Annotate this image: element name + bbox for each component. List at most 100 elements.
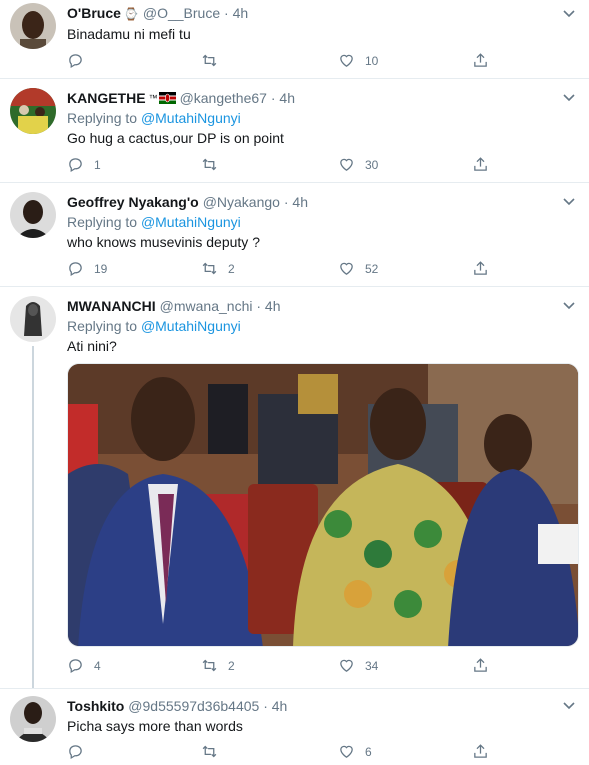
share-button[interactable] — [472, 743, 499, 760]
share-icon — [474, 658, 487, 672]
mention-link[interactable]: @MutahiNgunyi — [141, 318, 241, 334]
like-count: 52 — [365, 261, 379, 276]
chevron-down-icon[interactable] — [561, 193, 577, 209]
share-icon — [474, 53, 487, 67]
tweet-actions: 19 2 52 — [67, 260, 497, 278]
timestamp[interactable]: 4h — [233, 5, 249, 21]
tweet-actions: 10 — [67, 52, 497, 70]
retweet-button[interactable]: 2 — [201, 260, 235, 277]
tweet-text: Ati nini? — [67, 338, 117, 354]
mention-link[interactable]: @MutahiNgunyi — [141, 110, 241, 126]
trademark-badge: ™ — [148, 93, 158, 103]
like-count: 6 — [365, 744, 372, 759]
heart-icon — [340, 158, 353, 171]
retweet-count: 2 — [228, 658, 235, 673]
avatar[interactable] — [10, 192, 56, 238]
share-button[interactable] — [472, 52, 499, 69]
like-count: 10 — [365, 53, 379, 68]
kenya-flag-icon — [158, 92, 176, 104]
chevron-down-icon[interactable] — [561, 5, 577, 21]
separator-dot: · — [256, 298, 262, 314]
user-handle[interactable]: @kangethe67 — [180, 90, 267, 106]
reply-button[interactable]: 19 — [67, 260, 107, 277]
user-handle[interactable]: @9d55597d36b4405 — [128, 698, 259, 714]
retweet-icon — [202, 659, 217, 672]
retweet-button[interactable] — [201, 156, 228, 173]
display-name[interactable]: O'Bruce — [67, 5, 121, 21]
retweet-icon — [202, 158, 217, 171]
like-count: 30 — [365, 157, 379, 172]
avatar[interactable] — [10, 696, 56, 742]
display-name[interactable]: KANGETHE — [67, 90, 146, 106]
share-button[interactable] — [472, 260, 499, 277]
user-handle[interactable]: @mwana_nchi — [160, 298, 253, 314]
reply-count: 19 — [94, 261, 108, 276]
reply-icon — [69, 54, 82, 69]
replying-label: Replying to — [67, 110, 138, 126]
tweet[interactable]: Geoffrey Nyakang'o @Nyakango · 4h Replyin… — [0, 183, 589, 287]
avatar[interactable] — [10, 296, 56, 342]
reply-icon — [69, 158, 82, 173]
timestamp[interactable]: 4h — [292, 194, 308, 210]
retweet-icon — [202, 262, 217, 275]
heart-icon — [340, 659, 353, 672]
user-handle[interactable]: @Nyakango — [203, 194, 280, 210]
separator-dot: · — [224, 5, 229, 21]
heart-icon — [340, 262, 353, 275]
separator-dot: · — [263, 698, 268, 714]
share-icon — [474, 157, 487, 171]
avatar[interactable] — [10, 3, 56, 49]
reply-icon — [69, 262, 82, 277]
avatar[interactable] — [10, 88, 56, 134]
reply-button[interactable]: 1 — [67, 156, 101, 173]
chevron-down-icon[interactable] — [561, 297, 577, 313]
heart-icon — [340, 745, 353, 758]
tweet[interactable]: O'Bruce ⌚ @O__Bruce · 4h Binadamu ni mefi … — [0, 0, 589, 79]
display-name[interactable]: Geoffrey Nyakang'o — [67, 194, 199, 210]
tweet[interactable]: Toshkito @9d55597d36b4405 · 4h Picha says… — [0, 688, 589, 765]
retweet-button[interactable] — [201, 743, 228, 760]
replying-label: Replying to — [67, 214, 138, 230]
reply-icon — [69, 659, 82, 674]
like-button[interactable]: 52 — [338, 260, 378, 277]
retweet-icon — [202, 54, 217, 67]
tweet-actions: 1 30 — [67, 156, 497, 174]
replying-label: Replying to — [67, 318, 138, 334]
reply-button[interactable]: 4 — [67, 657, 101, 674]
timestamp[interactable]: 4h — [279, 90, 295, 106]
like-button[interactable]: 30 — [338, 156, 378, 173]
mention-link[interactable]: @MutahiNgunyi — [141, 214, 241, 230]
retweet-button[interactable]: 2 — [201, 657, 235, 674]
reply-icon — [69, 745, 82, 760]
share-icon — [474, 744, 487, 758]
tweet-text: Go hug a cactus,our DP is on point — [67, 130, 284, 146]
tweet-photo[interactable] — [67, 363, 579, 647]
tweet-text: who knows musevinis deputy ? — [67, 234, 260, 250]
chevron-down-icon[interactable] — [561, 697, 577, 713]
display-name[interactable]: MWANANCHI — [67, 298, 156, 314]
retweet-button[interactable] — [201, 52, 228, 69]
tweet-actions: 4 2 34 — [67, 657, 497, 675]
display-name[interactable]: Toshkito — [67, 698, 124, 714]
tweet-actions: 6 — [67, 743, 497, 761]
reply-button[interactable] — [67, 52, 94, 69]
timestamp[interactable]: 4h — [265, 298, 281, 314]
separator-dot: · — [283, 194, 289, 210]
tweet[interactable]: KANGETHE ™ @kangethe67 · 4h Replying to @M… — [0, 79, 589, 183]
timestamp[interactable]: 4h — [272, 698, 288, 714]
like-button[interactable]: 34 — [338, 657, 378, 674]
retweet-icon — [202, 745, 217, 758]
replying-to: Replying to @MutahiNgunyi — [67, 213, 241, 231]
like-button[interactable]: 6 — [338, 743, 372, 760]
watch-icon: ⌚ — [123, 7, 139, 21]
like-button[interactable]: 10 — [338, 52, 378, 69]
share-button[interactable] — [472, 657, 499, 674]
share-button[interactable] — [472, 156, 499, 173]
reply-button[interactable] — [67, 743, 94, 760]
replying-to: Replying to @MutahiNgunyi — [67, 109, 241, 127]
user-handle[interactable]: @O__Bruce — [143, 5, 220, 21]
reply-count: 1 — [94, 157, 101, 172]
separator-dot: · — [270, 90, 276, 106]
replying-to: Replying to @MutahiNgunyi — [67, 317, 241, 335]
chevron-down-icon[interactable] — [561, 89, 577, 105]
